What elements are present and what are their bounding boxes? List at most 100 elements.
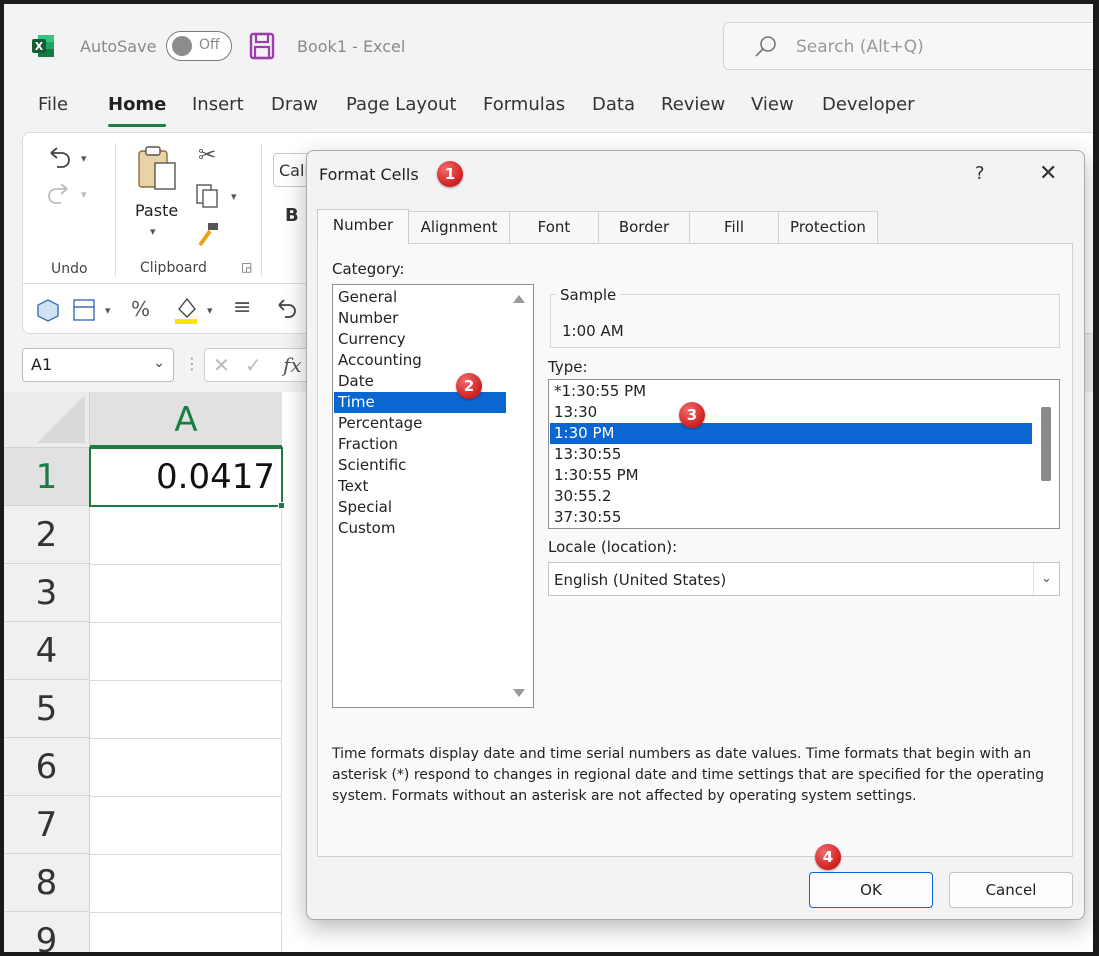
close-icon[interactable]: ✕ <box>1039 161 1057 186</box>
group-separator <box>261 143 262 277</box>
category-scrollbar[interactable] <box>507 285 533 707</box>
fill-handle[interactable] <box>278 502 285 509</box>
category-item-custom[interactable]: Custom <box>334 518 506 539</box>
clipboard-launcher-icon[interactable]: ◲ <box>241 261 252 273</box>
category-list[interactable]: General Number Currency Accounting Date … <box>332 284 534 708</box>
tab-developer[interactable]: Developer <box>822 94 915 115</box>
gridline <box>90 738 282 739</box>
tab-draw[interactable]: Draw <box>271 94 318 115</box>
step-badge-3: 3 <box>679 402 705 428</box>
insert-function-icon[interactable]: fx <box>283 353 302 377</box>
tab-insert[interactable]: Insert <box>192 94 244 115</box>
tab-number[interactable]: Number <box>317 209 409 244</box>
tab-data[interactable]: Data <box>592 94 635 115</box>
select-all-button[interactable] <box>4 392 90 448</box>
help-button[interactable]: ? <box>975 163 985 184</box>
step-badge-1: 1 <box>437 161 463 187</box>
tab-alignment[interactable]: Alignment <box>408 211 510 243</box>
form-icon[interactable] <box>71 297 97 323</box>
type-item[interactable]: 30:55.2 <box>550 486 1032 507</box>
name-box[interactable]: A1 ⌄ <box>22 348 174 382</box>
row-header-6[interactable]: 6 <box>4 738 90 796</box>
copy-icon[interactable] <box>195 183 223 209</box>
type-item[interactable]: 13:30:55 <box>550 444 1032 465</box>
row-header-5[interactable]: 5 <box>4 680 90 738</box>
gridline <box>90 912 282 913</box>
ribbon-row-divider <box>23 283 313 284</box>
chevron-down-icon[interactable]: ⌄ <box>1033 563 1059 595</box>
autosave-state: Off <box>199 37 220 53</box>
row-header-3[interactable]: 3 <box>4 564 90 622</box>
fill-color-dropdown-icon[interactable]: ▾ <box>207 305 213 316</box>
category-item-time[interactable]: Time <box>334 392 506 413</box>
tab-formulas[interactable]: Formulas <box>483 94 565 115</box>
category-item-fraction[interactable]: Fraction <box>334 434 506 455</box>
scroll-down-icon[interactable] <box>513 689 525 697</box>
type-item[interactable]: *1:30:55 PM <box>550 381 1032 402</box>
row-header-8[interactable]: 8 <box>4 854 90 912</box>
paste-dropdown-icon[interactable]: ▾ <box>150 226 156 237</box>
type-list[interactable]: *1:30:55 PM 13:30 1:30 PM 13:30:55 1:30:… <box>548 379 1060 529</box>
save-icon[interactable] <box>249 32 275 60</box>
tab-fill[interactable]: Fill <box>689 211 779 243</box>
locale-select[interactable]: English (United States) ⌄ <box>548 562 1060 596</box>
cube-icon[interactable] <box>35 297 61 323</box>
form-dropdown-icon[interactable]: ▾ <box>105 305 111 316</box>
gridline <box>281 448 282 952</box>
category-item-scientific[interactable]: Scientific <box>334 455 506 476</box>
percent-eraser-icon[interactable]: % <box>131 299 150 319</box>
undo-quick-icon[interactable] <box>273 297 299 323</box>
svg-text:X: X <box>35 40 44 53</box>
category-item-currency[interactable]: Currency <box>334 329 506 350</box>
category-item-accounting[interactable]: Accounting <box>334 350 506 371</box>
category-item-percentage[interactable]: Percentage <box>334 413 506 434</box>
column-header-a[interactable]: A <box>90 392 282 448</box>
scroll-up-icon[interactable] <box>513 295 525 303</box>
locale-value: English (United States) <box>554 571 727 589</box>
cut-icon[interactable]: ✂ <box>198 145 216 167</box>
tab-protection[interactable]: Protection <box>778 211 878 243</box>
copy-dropdown-icon[interactable]: ▾ <box>231 191 237 202</box>
autosave-toggle[interactable]: Off <box>166 31 232 61</box>
format-description: Time formats display date and time seria… <box>332 746 1044 804</box>
fill-color-icon[interactable] <box>173 295 199 325</box>
cell-a1[interactable]: 0.0417 <box>89 447 285 509</box>
category-item-general[interactable]: General <box>334 287 506 308</box>
tab-file[interactable]: File <box>38 94 68 115</box>
type-item[interactable]: 13:30 <box>550 402 1032 423</box>
row-header-4[interactable]: 4 <box>4 622 90 680</box>
tab-font[interactable]: Font <box>509 211 599 243</box>
tab-border[interactable]: Border <box>598 211 690 243</box>
row-header-7[interactable]: 7 <box>4 796 90 854</box>
gridline <box>90 680 282 681</box>
drag-handle-icon[interactable]: ⋮ <box>184 354 200 373</box>
ribbon-tabs: File Home Insert Draw Page Layout Formul… <box>4 94 1093 130</box>
paste-icon[interactable] <box>135 145 179 191</box>
cancel-button[interactable]: Cancel <box>949 872 1073 908</box>
tab-view[interactable]: View <box>751 94 794 115</box>
chevron-down-icon[interactable]: ⌄ <box>153 355 165 371</box>
align-icon[interactable]: ≡ <box>233 297 251 319</box>
tab-home[interactable]: Home <box>108 94 167 127</box>
search-box[interactable]: Search (Alt+Q) <box>723 22 1093 70</box>
tab-review[interactable]: Review <box>661 94 725 115</box>
tab-page-layout[interactable]: Page Layout <box>346 94 457 115</box>
category-item-number[interactable]: Number <box>334 308 506 329</box>
type-item-selected[interactable]: 1:30 PM <box>550 423 1032 444</box>
excel-window: X AutoSave Off Book1 - Excel Search (Alt… <box>0 0 1099 956</box>
category-item-special[interactable]: Special <box>334 497 506 518</box>
undo-icon[interactable] <box>45 145 73 169</box>
category-item-text[interactable]: Text <box>334 476 506 497</box>
undo-dropdown-icon[interactable]: ▾ <box>81 153 87 164</box>
type-scrollbar-thumb[interactable] <box>1041 407 1051 481</box>
type-item[interactable]: 37:30:55 <box>550 507 1032 528</box>
bold-button[interactable]: B <box>285 205 299 226</box>
format-painter-icon[interactable] <box>196 221 222 247</box>
ok-button[interactable]: OK <box>809 872 933 908</box>
row-header-1[interactable]: 1 <box>4 448 90 506</box>
row-header-2[interactable]: 2 <box>4 506 90 564</box>
paste-label[interactable]: Paste <box>135 201 178 220</box>
type-item[interactable]: 1:30:55 PM <box>550 465 1032 486</box>
row-header-9[interactable]: 9 <box>4 912 90 952</box>
dialog-title: Format Cells <box>319 165 419 184</box>
